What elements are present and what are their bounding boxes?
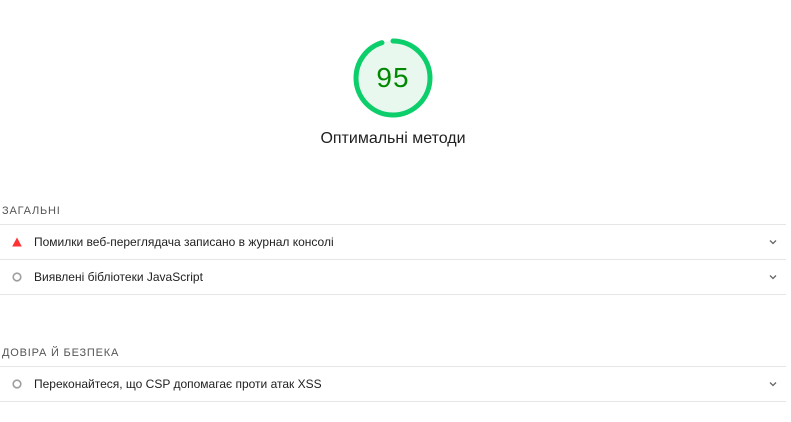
- informative-circle-icon: [12, 272, 22, 282]
- audit-row-csp-xss[interactable]: Переконайтеся, що CSP допомагає проти ат…: [0, 367, 786, 402]
- audit-label: Помилки веб-переглядача записано в журна…: [34, 235, 334, 249]
- audit-group-general: ЗАГАЛЬНІ Помилки веб-переглядача записан…: [0, 198, 786, 295]
- chevron-down-icon[interactable]: [768, 272, 778, 282]
- audit-row-console-errors[interactable]: Помилки веб-переглядача записано в журна…: [0, 225, 786, 260]
- chevron-down-icon[interactable]: [768, 379, 778, 389]
- score-value: 95: [376, 62, 410, 93]
- audit-row-js-libraries[interactable]: Виявлені бібліотеки JavaScript: [0, 260, 786, 295]
- score-gauge[interactable]: 95: [352, 37, 434, 119]
- category-title: Оптимальні методи: [320, 130, 466, 147]
- group-header: ДОВІРА Й БЕЗПЕКА: [0, 340, 786, 367]
- chevron-down-icon[interactable]: [768, 237, 778, 247]
- audit-label: Переконайтеся, що CSP допомагає проти ат…: [34, 377, 322, 391]
- score-section: 95 Оптимальні методи: [0, 0, 786, 160]
- audit-label: Виявлені бібліотеки JavaScript: [34, 270, 203, 284]
- group-header: ЗАГАЛЬНІ: [0, 198, 786, 225]
- audit-group-trust-safety: ДОВІРА Й БЕЗПЕКА Переконайтеся, що CSP д…: [0, 340, 786, 402]
- informative-circle-icon: [12, 379, 22, 389]
- fail-triangle-icon: [12, 237, 22, 247]
